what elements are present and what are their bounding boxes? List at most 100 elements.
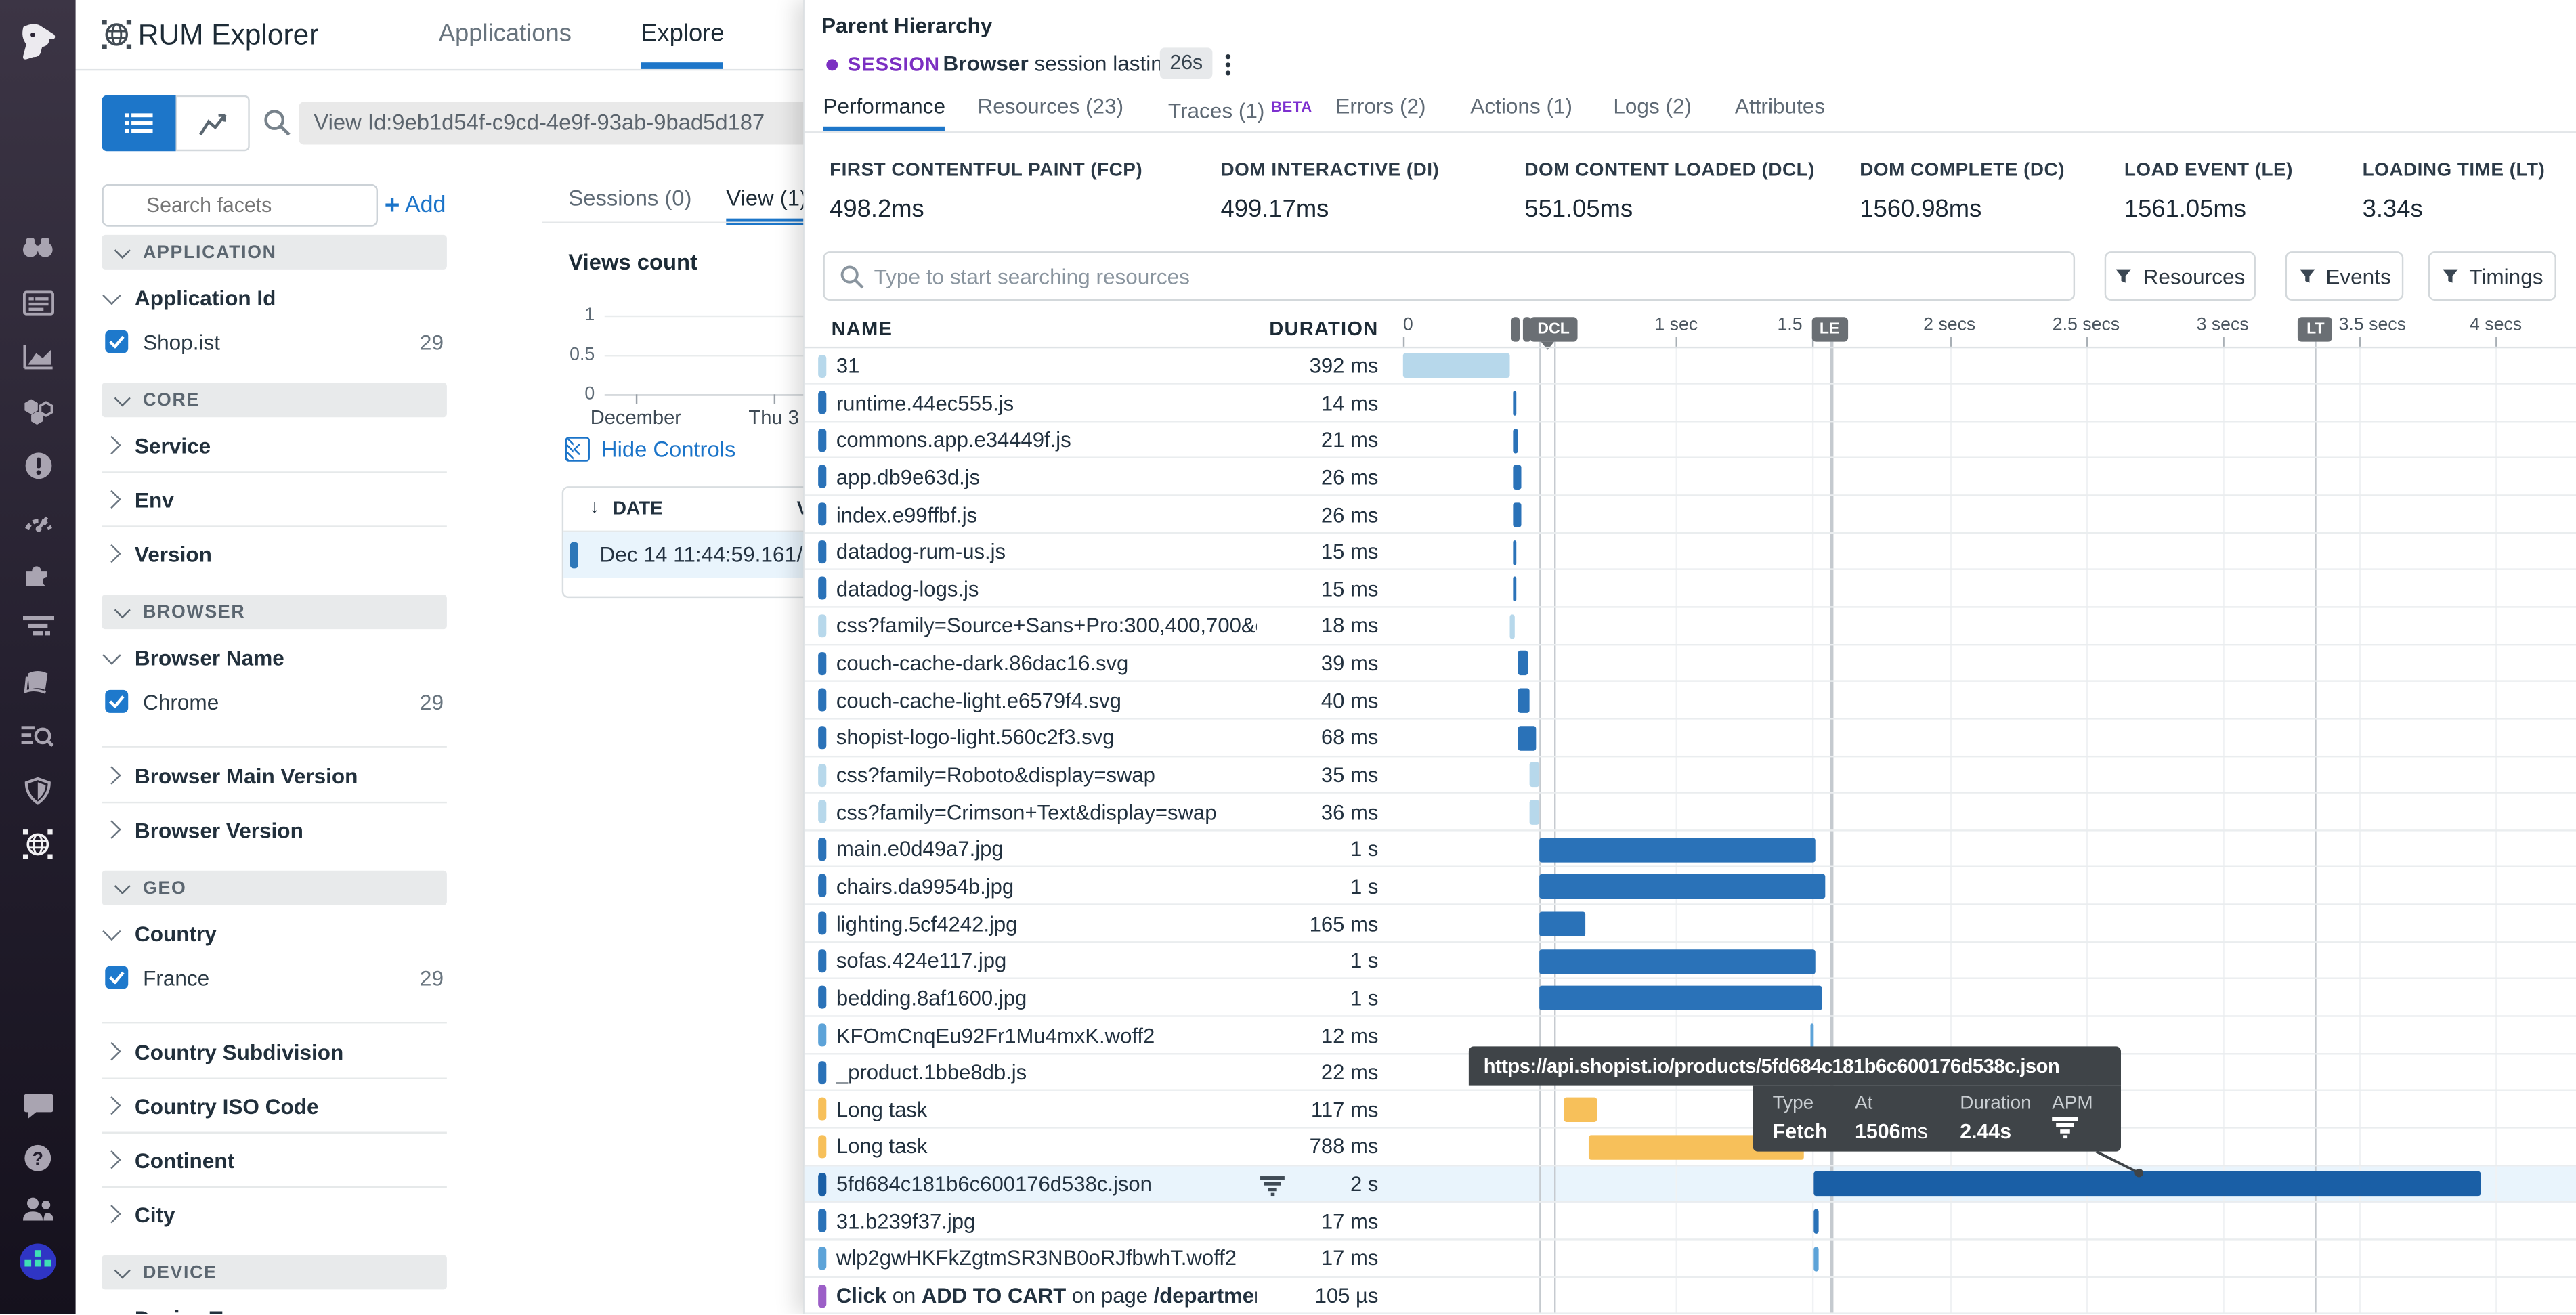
timeline-bar[interactable] bbox=[1512, 391, 1516, 415]
datadog-logo[interactable] bbox=[0, 16, 76, 69]
timeline-bar[interactable] bbox=[1517, 726, 1535, 750]
filter-button-resources[interactable]: Resources bbox=[2105, 251, 2256, 301]
filter-button-timings[interactable]: Timings bbox=[2428, 251, 2556, 301]
timeline-bar[interactable] bbox=[1529, 763, 1539, 788]
resource-search-input[interactable]: Type to start searching resources bbox=[823, 251, 2075, 301]
waterfall-row[interactable]: main.e0d49a7.jpg 1 s bbox=[805, 831, 2576, 868]
waterfall-row[interactable]: shopist-logo-light.560c2f3.svg 68 ms bbox=[805, 719, 2576, 756]
chat-icon[interactable] bbox=[0, 1084, 76, 1127]
facet-search-input[interactable] bbox=[102, 184, 378, 227]
waterfall-row[interactable]: Long task 117 ms bbox=[805, 1092, 2576, 1129]
waterfall-row[interactable]: bedding.8af1600.jpg 1 s bbox=[805, 980, 2576, 1017]
infrastructure-icon[interactable] bbox=[0, 389, 76, 432]
traces-icon[interactable] bbox=[0, 606, 76, 649]
facet-item-env[interactable]: Env bbox=[102, 483, 446, 516]
waterfall-row[interactable]: chairs.da9954b.jpg 1 s bbox=[805, 868, 2576, 905]
waterfall-row[interactable]: commons.app.e34449f.js 21 ms bbox=[805, 422, 2576, 459]
timeline-bar[interactable] bbox=[1513, 540, 1517, 564]
timeline-bar[interactable] bbox=[1814, 1247, 1819, 1271]
facet-item-browser-main-version[interactable]: Browser Main Version bbox=[102, 759, 446, 792]
apm-icon[interactable] bbox=[0, 498, 76, 540]
logs-icon[interactable] bbox=[0, 714, 76, 757]
kebab-menu-icon[interactable] bbox=[1216, 51, 1239, 77]
results-tab-1[interactable]: View (1) bbox=[726, 181, 807, 222]
waterfall-row[interactable]: lighting.5cf4242.jpg 165 ms bbox=[805, 905, 2576, 943]
list-view-button[interactable] bbox=[102, 95, 175, 151]
timeline-bar[interactable] bbox=[1513, 577, 1517, 601]
facet-group-geo[interactable]: GEO bbox=[102, 871, 446, 905]
facet-group-device[interactable]: DEVICE bbox=[102, 1255, 446, 1289]
facet-item-browser-name[interactable]: Browser Name bbox=[102, 641, 446, 674]
waterfall-row[interactable]: wlp2gwHKFkZgtmSR3NB0oRJfbwhT.woff2 17 ms bbox=[805, 1240, 2576, 1277]
facet-item-browser-version[interactable]: Browser Version bbox=[102, 813, 446, 846]
facet-item-continent[interactable]: Continent bbox=[102, 1144, 446, 1177]
metrics-icon[interactable] bbox=[0, 335, 76, 378]
facet-item-country[interactable]: Country bbox=[102, 917, 446, 950]
waterfall-row[interactable]: Long task 788 ms bbox=[805, 1129, 2576, 1166]
timeline-bar[interactable] bbox=[1540, 874, 1826, 899]
monitors-icon[interactable] bbox=[0, 444, 76, 486]
panel-tab-6[interactable]: Attributes bbox=[1735, 89, 1825, 131]
waterfall-row[interactable]: couch-cache-light.e6579f4.svg 40 ms bbox=[805, 682, 2576, 719]
waterfall-row[interactable]: css?family=Crimson+Text&display=swap 36 … bbox=[805, 794, 2576, 831]
facet-item-device-type[interactable]: Device Type bbox=[102, 1301, 446, 1314]
sort-desc-icon[interactable]: ↓ bbox=[590, 498, 599, 517]
facet-group-browser[interactable]: BROWSER bbox=[102, 595, 446, 629]
facet-item-version[interactable]: Version bbox=[102, 537, 446, 570]
timeseries-view-button[interactable] bbox=[176, 95, 250, 151]
timeline-bar[interactable] bbox=[1509, 614, 1514, 639]
timeline-bar[interactable] bbox=[1540, 911, 1585, 936]
timeline-bar[interactable] bbox=[1814, 1209, 1819, 1234]
timeline-bar[interactable] bbox=[1540, 837, 1816, 861]
waterfall-row[interactable]: sofas.424e117.jpg 1 s bbox=[805, 943, 2576, 980]
facet-group-application[interactable]: APPLICATION bbox=[102, 235, 446, 270]
waterfall-row[interactable]: runtime.44ec555.js 14 ms bbox=[805, 385, 2576, 422]
results-tab-0[interactable]: Sessions (0) bbox=[568, 181, 691, 222]
waterfall-row[interactable]: couch-cache-dark.86dac16.svg 39 ms bbox=[805, 645, 2576, 683]
watchdog-icon[interactable] bbox=[0, 227, 76, 270]
facet-value-chrome[interactable]: Chrome29 bbox=[102, 685, 446, 718]
waterfall-row[interactable]: datadog-logs.js 15 ms bbox=[805, 571, 2576, 608]
timeline-bar[interactable] bbox=[1514, 502, 1520, 527]
waterfall-row[interactable]: 31.b239f37.jpg 17 ms bbox=[805, 1203, 2576, 1240]
panel-tab-2[interactable]: Traces (1)BETA bbox=[1168, 89, 1312, 131]
security-icon[interactable] bbox=[0, 769, 76, 811]
filter-button-events[interactable]: Events bbox=[2285, 251, 2404, 301]
timeline-bar[interactable] bbox=[1518, 651, 1528, 676]
timeline-bar[interactable] bbox=[1810, 1023, 1814, 1048]
integrations-icon[interactable] bbox=[0, 552, 76, 595]
waterfall-row[interactable]: datadog-rum-us.js 15 ms bbox=[805, 534, 2576, 571]
facet-item-country-subdivision[interactable]: Country Subdivision bbox=[102, 1035, 446, 1068]
notebooks-icon[interactable] bbox=[0, 660, 76, 703]
dashboards-icon[interactable] bbox=[0, 281, 76, 324]
facet-group-core[interactable]: CORE bbox=[102, 383, 446, 417]
panel-tab-0[interactable]: Performance bbox=[823, 89, 945, 131]
timeline-bar[interactable] bbox=[1403, 353, 1510, 378]
timeline-bar[interactable] bbox=[1530, 800, 1540, 824]
help-icon[interactable]: ? bbox=[0, 1137, 76, 1180]
user-avatar[interactable] bbox=[0, 1241, 76, 1283]
waterfall-row[interactable]: css?family=Roboto&display=swap 35 ms bbox=[805, 756, 2576, 794]
timeline-bar[interactable] bbox=[1564, 1098, 1596, 1122]
waterfall-row[interactable]: 31 392 ms bbox=[805, 347, 2576, 385]
timeline-bar[interactable] bbox=[1540, 949, 1816, 973]
panel-tab-5[interactable]: Logs (2) bbox=[1613, 89, 1692, 131]
facet-item-country-iso-code[interactable]: Country ISO Code bbox=[102, 1089, 446, 1122]
waterfall-row[interactable]: css?family=Source+Sans+Pro:300,400,700&d… bbox=[805, 608, 2576, 645]
rum-icon[interactable] bbox=[0, 823, 76, 865]
panel-tab-3[interactable]: Errors (2) bbox=[1335, 89, 1425, 131]
users-icon[interactable] bbox=[0, 1188, 76, 1230]
facet-value-france[interactable]: France29 bbox=[102, 961, 446, 994]
panel-tab-4[interactable]: Actions (1) bbox=[1470, 89, 1572, 131]
waterfall-row[interactable]: index.e99ffbf.js 26 ms bbox=[805, 496, 2576, 534]
waterfall-row[interactable]: 5fd684c181b6c600176d538c.json 2 s bbox=[805, 1165, 2576, 1203]
facet-item-application-id[interactable]: Application Id bbox=[102, 281, 446, 314]
facet-item-service[interactable]: Service bbox=[102, 429, 446, 462]
add-facet-button[interactable]: + Add bbox=[385, 190, 446, 221]
facet-value-shop.ist[interactable]: Shop.ist29 bbox=[102, 325, 446, 358]
waterfall-row[interactable]: Click on ADD TO CART on page /department… bbox=[805, 1277, 2576, 1314]
timeline-bar[interactable] bbox=[1514, 465, 1520, 490]
date-column-header[interactable]: DATE bbox=[613, 500, 663, 519]
hide-controls-link[interactable]: Hide Controls bbox=[565, 437, 736, 461]
facet-item-city[interactable]: City bbox=[102, 1198, 446, 1231]
